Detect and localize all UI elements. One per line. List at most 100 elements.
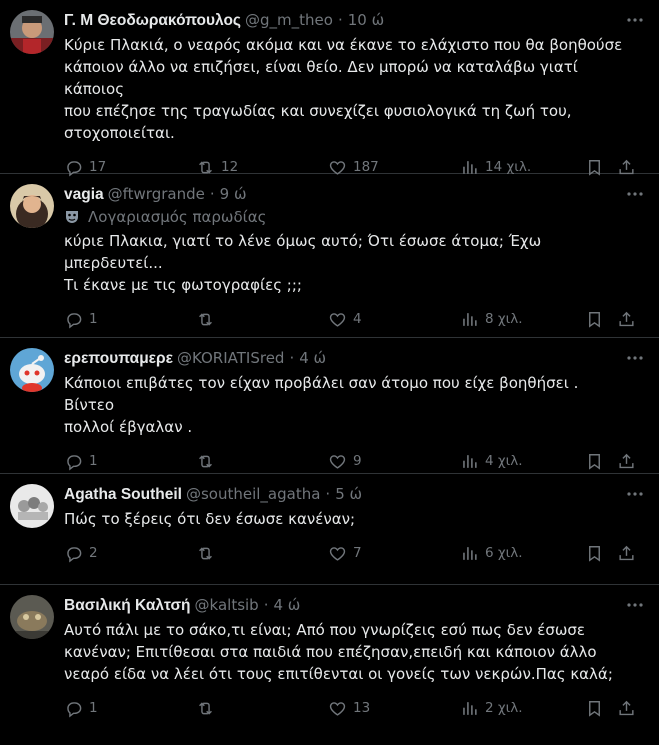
reply-count: 1 (89, 453, 98, 469)
like-button[interactable]: 13 (328, 699, 460, 718)
timestamp[interactable]: 9 ώ (220, 184, 247, 204)
separator-dot: · (337, 11, 343, 29)
like-icon (329, 546, 346, 561)
tweet[interactable]: ερεπουπαμερε @KORIATISred · 4 ώ Κάποιοι … (0, 338, 659, 474)
separator-dot: · (289, 349, 295, 367)
reply-feed: Γ. Μ Θεοδωρακόπουλος @g_m_theo · 10 ώ Κύ… (0, 0, 659, 745)
like-icon (329, 701, 346, 716)
timestamp[interactable]: 4 ώ (299, 348, 326, 368)
like-button[interactable]: 4 (328, 310, 460, 329)
author-handle[interactable]: @g_m_theo (245, 10, 333, 30)
reply-count: 17 (89, 159, 107, 175)
parody-label: Λογαριασμός παρωδίας (64, 207, 645, 227)
tweet-header: ερεπουπαμερε @KORIATISred · 4 ώ (64, 348, 645, 369)
like-icon (329, 312, 346, 327)
more-icon[interactable] (625, 12, 645, 28)
timestamp[interactable]: 4 ώ (273, 595, 300, 615)
author-name[interactable]: Βασιλική Καλτσή (64, 596, 191, 616)
reply-button[interactable]: 1 (64, 310, 196, 329)
reply-button[interactable]: 1 (64, 452, 196, 471)
tweet-header: Γ. Μ Θεοδωρακόπουλος @g_m_theo · 10 ώ (64, 10, 645, 31)
author-name[interactable]: vagia (64, 185, 104, 205)
tweet-text: Πώς το ξέρεις ότι δεν έσωσε κανέναν; (64, 510, 356, 528)
retweet-button[interactable] (196, 544, 328, 563)
avatar[interactable] (10, 595, 54, 639)
tweet[interactable]: vagia @ftwrgrande · 9 ώ Λογαριασμός παρω… (0, 174, 659, 338)
retweet-count: 12 (221, 159, 239, 175)
bookmark-button[interactable] (585, 452, 617, 471)
avatar[interactable] (10, 484, 54, 528)
retweet-icon (199, 546, 212, 560)
like-button[interactable]: 7 (328, 544, 460, 563)
tweet-text: Κύριε Πλακιά, ο νεαρός ακόμα και να έκαν… (64, 36, 623, 142)
separator-dot: · (209, 185, 215, 203)
author-handle[interactable]: @KORIATISred (177, 348, 284, 368)
tweet-actions: 2 7 6 χιλ. (64, 534, 645, 572)
reply-icon (67, 454, 82, 470)
tweet[interactable]: Γ. Μ Θεοδωρακόπουλος @g_m_theo · 10 ώ Κύ… (0, 0, 659, 176)
tweet[interactable]: Βασιλική Καλτσή @kaltsib · 4 ώ Αυτό πάλι… (0, 585, 659, 745)
reply-button[interactable]: 1 (64, 699, 196, 718)
share-button[interactable] (617, 310, 637, 329)
views-count: 4 χιλ. (485, 453, 523, 469)
timestamp[interactable]: 5 ώ (335, 484, 362, 504)
views-button[interactable]: 2 χιλ. (460, 699, 585, 718)
more-icon[interactable] (625, 486, 645, 502)
tweet-header: Agatha Southeil @southeil_agatha · 5 ώ (64, 484, 645, 505)
parody-text: Λογαριασμός παρωδίας (88, 208, 267, 226)
more-icon[interactable] (625, 186, 645, 202)
tweet[interactable]: Agatha Southeil @southeil_agatha · 5 ώ Π… (0, 474, 659, 585)
avatar[interactable] (10, 348, 54, 392)
author-handle[interactable]: @ftwrgrande (108, 184, 205, 204)
reply-button[interactable]: 2 (64, 544, 196, 563)
avatar[interactable] (10, 10, 54, 54)
timestamp[interactable]: 10 ώ (348, 10, 384, 30)
author-handle[interactable]: @southeil_agatha (186, 484, 320, 504)
bookmark-button[interactable] (585, 310, 617, 329)
more-icon[interactable] (625, 350, 645, 366)
share-icon (619, 700, 634, 715)
reply-icon (67, 546, 82, 562)
reply-count: 1 (89, 700, 98, 716)
reply-count: 1 (89, 311, 98, 327)
author-name[interactable]: Γ. Μ Θεοδωρακόπουλος (64, 11, 241, 31)
like-button[interactable]: 9 (328, 452, 460, 471)
more-icon[interactable] (625, 597, 645, 613)
views-icon (463, 312, 477, 326)
tweet-actions: 1 13 2 χιλ. (64, 689, 645, 727)
views-button[interactable]: 4 χιλ. (460, 452, 585, 471)
views-count: 8 χιλ. (485, 311, 523, 327)
share-button[interactable] (617, 699, 637, 718)
author-name[interactable]: ερεπουπαμερε (64, 349, 173, 369)
share-icon (619, 311, 634, 326)
bookmark-button[interactable] (585, 544, 617, 563)
bookmark-icon (589, 453, 600, 470)
views-button[interactable]: 8 χιλ. (460, 310, 585, 329)
retweet-icon (199, 312, 212, 326)
retweet-button[interactable] (196, 699, 328, 718)
bookmark-button[interactable] (585, 699, 617, 718)
like-count: 13 (353, 700, 371, 716)
share-button[interactable] (617, 544, 637, 563)
reply-count: 2 (89, 545, 98, 561)
retweet-icon (199, 454, 212, 468)
author-name[interactable]: Agatha Southeil (64, 485, 182, 505)
parody-mask-icon (66, 211, 78, 223)
views-button[interactable]: 6 χιλ. (460, 544, 585, 563)
views-icon (463, 546, 477, 560)
like-icon (329, 454, 346, 469)
separator-dot: · (325, 485, 331, 503)
tweet-text: κύριε Πλακια, γιατί το λένε όμως αυτό; Ό… (64, 232, 542, 294)
reply-icon (67, 701, 82, 717)
bookmark-icon (589, 545, 600, 562)
retweet-button[interactable] (196, 310, 328, 329)
tweet-header: vagia @ftwrgrande · 9 ώ (64, 184, 645, 205)
retweet-button[interactable] (196, 452, 328, 471)
avatar[interactable] (10, 184, 54, 228)
author-handle[interactable]: @kaltsib (195, 595, 259, 615)
views-count: 14 χιλ. (485, 159, 532, 175)
bookmark-icon (589, 700, 600, 717)
like-count: 187 (353, 159, 379, 175)
share-button[interactable] (617, 452, 637, 471)
share-icon (619, 545, 634, 560)
